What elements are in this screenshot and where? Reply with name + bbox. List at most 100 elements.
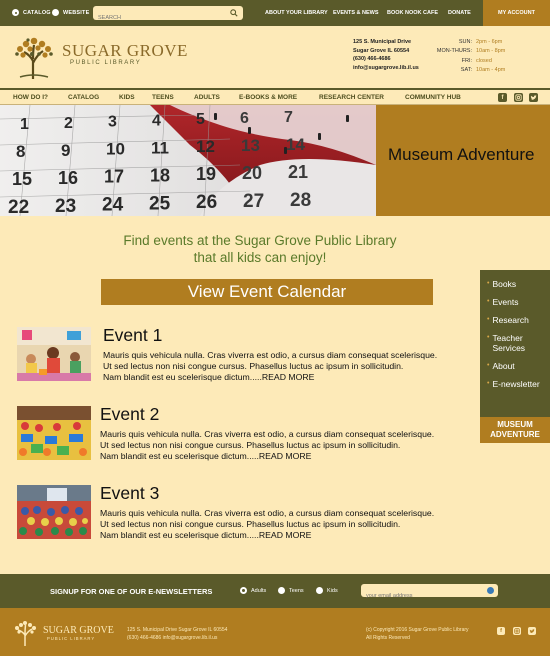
event-2-title[interactable]: Event 2 xyxy=(100,404,159,425)
calendar-number: 12 xyxy=(196,137,215,156)
nav-adults[interactable]: ADULTS xyxy=(194,94,220,101)
side-feature-label: MUSEUM ADVENTURE xyxy=(490,420,540,439)
side-item-enewsletter[interactable]: • E-newsletter xyxy=(480,375,550,393)
side-item-books[interactable]: • Books xyxy=(480,275,550,293)
event-2-line: Ut sed lectus non nisi congue cursus. Ph… xyxy=(100,440,401,450)
link-about-library[interactable]: ABOUT YOUR LIBRARY xyxy=(265,10,328,16)
event-3-description: Mauris quis vehicula nulla. Cras viverra… xyxy=(100,508,434,541)
footer-tree-logo-icon[interactable] xyxy=(12,620,38,646)
radio-teens[interactable] xyxy=(278,587,285,594)
calendar-number: 10 xyxy=(106,140,125,159)
library-hours: SUN: 2pm - 6pm MON-THURS: 10am - 8pm FRI: c… xyxy=(420,38,506,76)
side-item-about[interactable]: • About xyxy=(480,357,550,375)
calendar-number: 17 xyxy=(104,167,124,187)
hours-day: FRI: xyxy=(461,57,472,64)
calendar-number: 20 xyxy=(242,163,262,183)
event-1-image[interactable] xyxy=(17,327,91,381)
search-box[interactable] xyxy=(93,6,243,25)
facebook-icon[interactable]: f xyxy=(498,93,507,102)
email-input[interactable] xyxy=(361,589,479,603)
calendar-number: 4 xyxy=(152,112,161,129)
address-email[interactable]: info@sugargrove.lib.il.us xyxy=(353,64,419,73)
view-event-calendar-label: View Event Calendar xyxy=(187,282,347,301)
calendar-number: 1 xyxy=(20,116,29,133)
view-event-calendar-button[interactable]: View Event Calendar xyxy=(101,279,433,305)
search-input[interactable] xyxy=(93,11,221,25)
signup-label: SIGNUP FOR ONE OF OUR E-NEWSLETTERS xyxy=(50,587,213,596)
email-field[interactable] xyxy=(361,584,498,603)
calendar-number: 28 xyxy=(290,190,311,211)
calendar-number: 25 xyxy=(149,193,171,214)
side-feature-museum-adventure[interactable]: MUSEUM ADVENTURE xyxy=(480,417,550,443)
calendar-number: 24 xyxy=(102,195,124,216)
tree-logo-icon[interactable] xyxy=(12,35,56,79)
footer-instagram-icon[interactable] xyxy=(513,627,521,635)
event-2-description: Mauris quis vehicula nulla. Cras viverra… xyxy=(100,429,434,462)
radio-catalog-label: CATALOG xyxy=(23,9,51,16)
calendar-number: 22 xyxy=(8,197,29,216)
signup-option-label: Teens xyxy=(289,587,304,594)
bullet-icon: • xyxy=(487,316,490,323)
calendar-number: 19 xyxy=(196,164,216,184)
submit-arrow-icon[interactable] xyxy=(487,587,494,594)
tagline-line2: that all kids can enjoy! xyxy=(193,250,327,265)
side-item-teacher-services[interactable]: • Teacher Services xyxy=(480,329,550,357)
side-item-events[interactable]: • Events xyxy=(480,293,550,311)
radio-kids[interactable] xyxy=(316,587,323,594)
link-events-news[interactable]: EVENTS & NEWS xyxy=(333,10,379,16)
address-city: Sugar Grove IL 60554 xyxy=(353,47,410,54)
newsletter-signup: SIGNUP FOR ONE OF OUR E-NEWSLETTERS Adul… xyxy=(0,574,550,608)
bullet-icon: • xyxy=(487,280,490,287)
hero-title[interactable]: Museum Adventure xyxy=(388,145,534,165)
radio-catalog[interactable]: CATALOG xyxy=(12,9,51,16)
footer-logo-subtitle: PUBLIC LIBRARY xyxy=(47,636,96,641)
calendar-number: 3 xyxy=(108,114,117,131)
radio-website[interactable]: WEBSITE xyxy=(52,9,89,16)
signup-option-kids[interactable]: Kids xyxy=(316,587,338,594)
nav-teens[interactable]: TEENS xyxy=(152,94,174,101)
tagline-line1: Find events at the Sugar Grove Public Li… xyxy=(123,233,397,248)
event-1-line: Ut sed lectus non nisi congue cursus. Ph… xyxy=(103,361,404,371)
instagram-icon[interactable] xyxy=(514,93,523,102)
event-2-line[interactable]: Nam blandit est eu scelerisque dictum...… xyxy=(100,451,434,462)
signup-option-adults[interactable]: Adults xyxy=(240,587,266,594)
radio-website-dot[interactable] xyxy=(52,9,59,16)
twitter-icon[interactable] xyxy=(529,93,538,102)
nav-research-center[interactable]: RESEARCH CENTER xyxy=(319,94,384,101)
event-3-image[interactable] xyxy=(17,485,91,539)
event-3-line: Ut sed lectus non nisi congue cursus. Ph… xyxy=(100,519,401,529)
radio-catalog-dot[interactable] xyxy=(12,9,19,16)
footer-twitter-icon[interactable] xyxy=(528,627,536,635)
logo-title[interactable]: SUGAR GROVE xyxy=(62,41,188,61)
my-account-button[interactable]: MY ACCOUNT xyxy=(483,0,550,26)
link-donate[interactable]: DONATE xyxy=(448,10,471,16)
event-2-image[interactable] xyxy=(17,406,91,460)
nav-how-do-i[interactable]: HOW DO I? xyxy=(13,94,48,101)
hero-calendar-image: 1 2 3 4 5 6 7 8 9 10 11 12 13 14 15 16 17 18 19 20 21 22 23 24 2… xyxy=(0,105,376,216)
hours-time: closed xyxy=(476,57,492,64)
footer-facebook-icon[interactable]: f xyxy=(497,627,505,635)
nav-community-hub[interactable]: COMMUNITY HUB xyxy=(405,94,461,101)
bullet-icon: • xyxy=(487,334,490,341)
search-icon[interactable] xyxy=(230,9,238,17)
side-item-label: E-newsletter xyxy=(492,379,540,389)
hours-time: 10am - 4pm xyxy=(476,67,506,74)
nav-ebooks-more[interactable]: E-BOOKS & MORE xyxy=(239,94,297,101)
side-item-research[interactable]: • Research xyxy=(480,311,550,329)
event-3-title[interactable]: Event 3 xyxy=(100,483,159,504)
rights-line: All Rights Reserved xyxy=(366,635,410,641)
link-book-nook-cafe[interactable]: BOOK NOOK CAFE xyxy=(387,10,438,16)
event-1-title[interactable]: Event 1 xyxy=(103,325,162,346)
side-menu: • Books • Events • Research • Teacher Servic… xyxy=(480,270,550,417)
event-3-line[interactable]: Nam blandit est eu scelerisque dictum...… xyxy=(100,530,434,541)
nav-kids[interactable]: KIDS xyxy=(119,94,135,101)
footer-logo-title[interactable]: SUGAR GROVE xyxy=(43,625,114,636)
nav-catalog[interactable]: CATALOG xyxy=(68,94,99,101)
signup-option-teens[interactable]: Teens xyxy=(278,587,304,594)
page-tagline: Find events at the Sugar Grove Public Li… xyxy=(0,232,520,266)
radio-adults[interactable] xyxy=(240,587,247,594)
event-1-line[interactable]: Nam blandit est eu scelerisque dictum...… xyxy=(103,372,437,383)
copyright-line: (c) Copyright 2016 Sugar Grove Public Li… xyxy=(366,627,469,633)
calendar-number: 11 xyxy=(151,138,169,157)
side-item-label: Research xyxy=(492,315,529,325)
